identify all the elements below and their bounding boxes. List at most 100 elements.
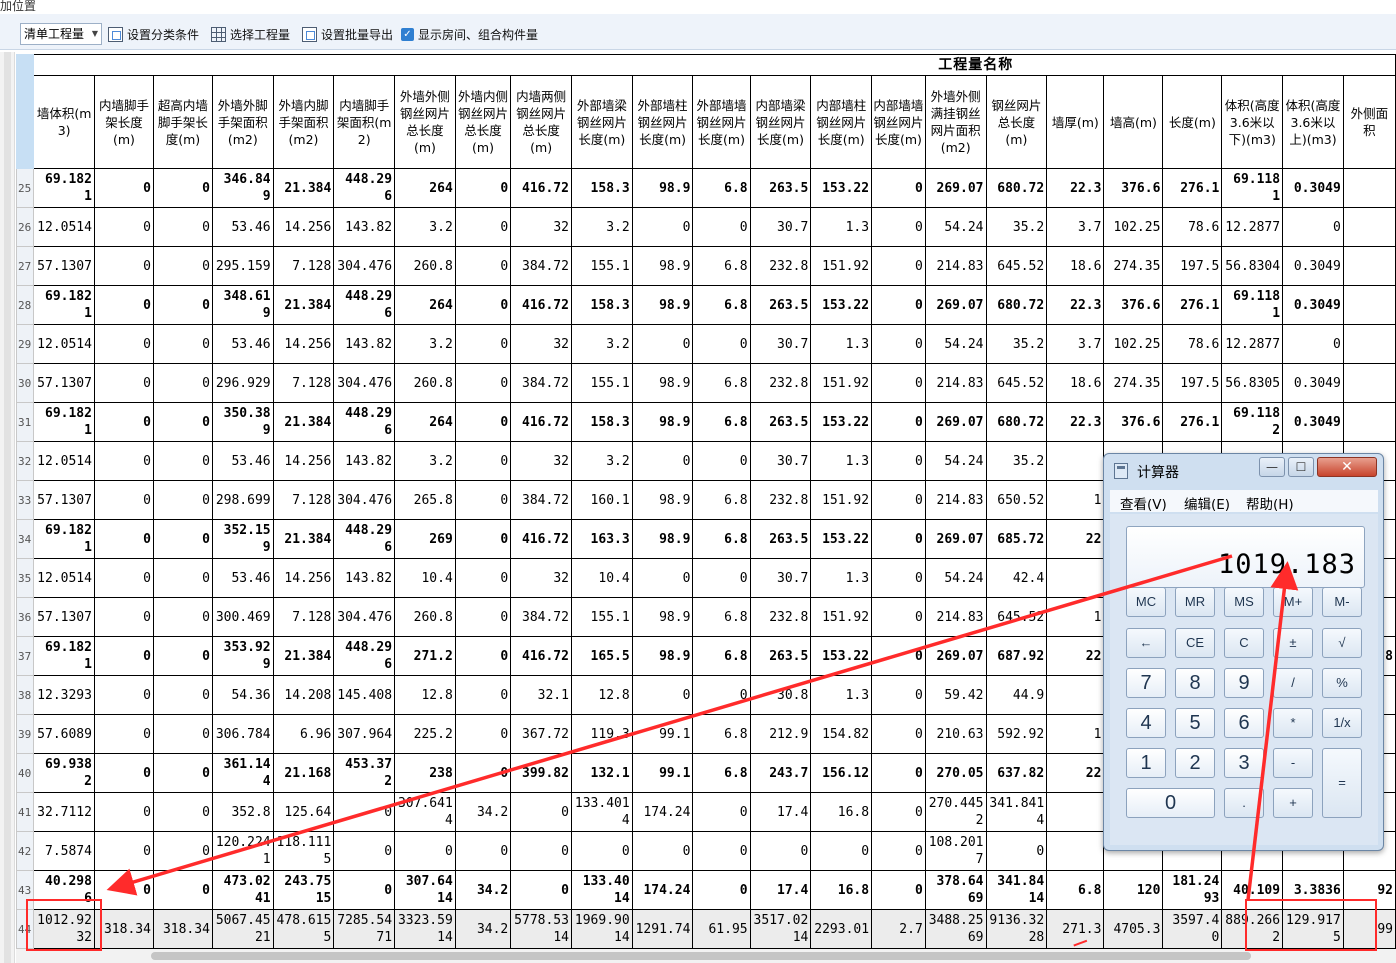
table-cell[interactable]: 270.445 2 [924,792,987,832]
table-cell[interactable]: 0 [871,441,926,481]
table-cell[interactable]: 6.8 [692,753,751,793]
table-cell[interactable]: 2293.01 [810,909,873,949]
table-cell[interactable]: 448.29 6 [333,519,396,559]
table-cell[interactable]: 270.05 [924,753,987,793]
table-cell[interactable]: 54.24 [924,558,987,598]
table-cell[interactable]: 78.6 [1162,207,1223,247]
select-quantity-button[interactable]: 选择工程量 [211,24,290,44]
column-header[interactable]: 外部墙梁钢丝网片长度(m) [570,75,633,169]
table-row[interactable]: 26 12.0514 0 0 53.46 14.256 143.82 3.2 0 32 3.2 0 0 3… [16,207,1396,247]
table-cell[interactable]: 0 [510,831,572,871]
row-number[interactable]: 36 [16,597,35,637]
table-cell[interactable]: 0 [152,519,213,559]
table-cell[interactable]: 306.784 [211,714,274,754]
table-cell[interactable]: 3517.02 14 [749,909,812,949]
table-cell[interactable]: 0 [152,402,213,442]
table-cell[interactable]: 7285.54 71 [333,909,396,949]
table-cell[interactable]: 0 [454,207,512,247]
table-cell[interactable]: 6.8 [692,636,751,676]
table-row[interactable]: 43 40.298 6 0 0 473.02 41 243.75 15 0 307.64 14… [16,870,1396,910]
table-cell[interactable]: 143.82 [333,324,396,364]
table-cell[interactable]: 12.0514 [33,207,95,247]
row-number[interactable]: 39 [16,714,35,754]
table-cell[interactable]: 0 [454,636,512,676]
table-cell[interactable]: 0 [93,519,154,559]
table-cell[interactable]: 0 [454,402,512,442]
table-cell[interactable]: 243.75 15 [272,870,335,910]
table-cell[interactable]: 35.2 [985,441,1048,481]
table-cell[interactable]: 318.34 [93,909,154,949]
table-cell[interactable]: 212.9 [749,714,812,754]
table-cell[interactable]: 0 [152,480,213,520]
table-cell[interactable]: 264 [394,285,456,325]
row-number[interactable]: 41 [16,792,35,832]
table-cell[interactable]: 21.384 [272,636,335,676]
table-cell[interactable]: 132.1 [570,753,633,793]
table-cell[interactable]: 57.1307 [33,363,95,403]
row-number[interactable]: 42 [16,831,35,871]
table-cell[interactable]: 0 [93,714,154,754]
row-number[interactable]: 27 [16,246,35,286]
table-cell[interactable]: 263.5 [749,285,812,325]
table-cell[interactable] [1342,402,1396,442]
table-cell[interactable]: 5067.45 21 [211,909,274,949]
row-number[interactable]: 32 [16,441,35,481]
table-cell[interactable]: 0 [871,714,926,754]
table-cell[interactable]: 1.3 [810,675,873,715]
vertical-scrollbar-thumb[interactable] [4,52,11,963]
table-cell[interactable]: 0 [871,792,926,832]
table-cell[interactable]: 0 [152,168,213,208]
table-row[interactable]: 28 69.182 1 0 0 348.61 9 21.384 448.29 6 264 0 41… [16,285,1396,325]
table-cell[interactable]: 153.22 [810,636,873,676]
calc-key-add[interactable]: + [1273,788,1313,818]
table-cell[interactable]: 341.84 14 [985,870,1048,910]
table-cell[interactable]: 0 [454,675,512,715]
table-cell[interactable]: 0 [871,753,926,793]
column-header[interactable]: 外墙内脚手架面积(m2) [272,75,335,169]
table-cell[interactable]: 155.1 [570,363,633,403]
table-cell[interactable] [1342,207,1396,247]
table-cell[interactable]: 1 [1046,480,1105,520]
table-cell[interactable]: 57.1307 [33,246,95,286]
column-header[interactable]: 长度(m) [1162,75,1223,169]
calc-key-pct[interactable]: % [1322,668,1362,698]
table-cell[interactable]: 0 [871,636,926,676]
table-cell[interactable]: 0 [871,519,926,559]
table-cell[interactable]: 7.128 [272,597,335,637]
table-cell[interactable]: 42.4 [985,558,1048,598]
table-cell[interactable]: 12.8 [394,675,456,715]
table-cell[interactable]: 158.3 [570,285,633,325]
table-cell[interactable]: 0 [152,441,213,481]
table-cell[interactable]: 69.118 1 [1221,285,1284,325]
calc-key-ce[interactable]: CE [1175,628,1215,658]
table-cell[interactable]: 260.8 [394,246,456,286]
table-cell[interactable]: 125.64 [272,792,335,832]
table-cell[interactable]: 680.72 [985,285,1048,325]
calc-key-n8[interactable]: 8 [1175,668,1215,698]
table-cell[interactable]: 0 [692,870,751,910]
table-cell[interactable]: 307.641 4 [394,792,456,832]
table-cell[interactable]: 269 [394,519,456,559]
table-cell[interactable]: 637.82 [985,753,1048,793]
table-cell[interactable]: 153.22 [810,402,873,442]
table-cell[interactable]: 34.2 [454,792,512,832]
table-cell[interactable]: 181.24 93 [1162,870,1223,910]
table-cell[interactable]: 143.82 [333,207,396,247]
table-cell[interactable]: 318.34 [152,909,213,949]
table-cell[interactable]: 0.3049 [1282,246,1344,286]
table-cell[interactable]: 225.2 [394,714,456,754]
table-cell[interactable]: 307.964 [333,714,396,754]
table-cell[interactable]: 276.1 [1162,285,1223,325]
table-cell[interactable]: 453.37 2 [333,753,396,793]
table-cell[interactable]: 0 [454,831,512,871]
table-cell[interactable]: 6.8 [692,480,751,520]
table-cell[interactable]: 0.3049 [1282,402,1344,442]
table-cell[interactable]: 14.208 [272,675,335,715]
table-cell[interactable] [1046,675,1105,715]
table-cell[interactable]: 56.8304 [1221,246,1284,286]
table-cell[interactable]: 21.384 [272,402,335,442]
table-cell[interactable]: 174.24 [631,870,694,910]
table-cell[interactable]: 1.3 [810,207,873,247]
table-cell[interactable]: 0 [93,870,154,910]
table-cell[interactable]: 197.5 [1162,363,1223,403]
